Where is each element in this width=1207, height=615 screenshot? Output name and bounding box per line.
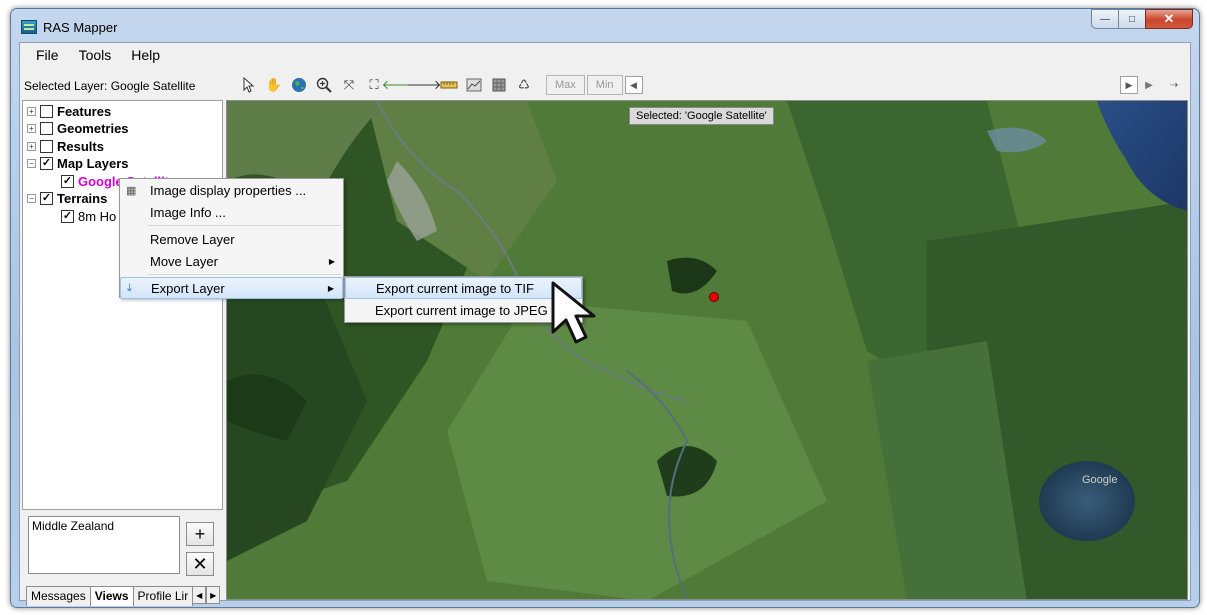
map-view[interactable]: Google Selected: 'Google Satellite' [226, 100, 1188, 600]
collapse-minus-icon[interactable]: − [27, 159, 36, 168]
close-button[interactable]: ✕ [1145, 9, 1193, 29]
submenu-arrow-icon: ▶ [327, 283, 334, 293]
properties-grid-icon: ▦ [126, 184, 137, 197]
menu-file[interactable]: File [26, 47, 69, 63]
zoom-extents-icon[interactable]: ⤧ [338, 74, 360, 96]
forward-arrow-icon[interactable]: 🡒 [407, 74, 442, 96]
layer-context-menu: ▦ Image display properties ... Image Inf… [119, 178, 344, 299]
mouse-cursor-icon [551, 281, 596, 344]
views-list[interactable]: Middle Zealand [28, 516, 180, 574]
tree-row-features[interactable]: + Features [27, 103, 111, 120]
tree-row-terrain-item[interactable]: ✓ 8m Ho [61, 208, 116, 225]
settings-arrow-icon[interactable]: ⇢ [1163, 74, 1185, 96]
play-icon[interactable]: ▶ [1138, 74, 1160, 96]
tree-label-features: Features [57, 104, 112, 119]
tree-label-geometries: Geometries [57, 121, 129, 136]
view-item[interactable]: Middle Zealand [32, 519, 176, 533]
satellite-imagery: Google [227, 101, 1187, 599]
maximize-button[interactable]: □ [1118, 9, 1146, 29]
menu-label: Export Layer [151, 280, 225, 296]
menu-export-tif[interactable]: Export current image to TIF [345, 277, 582, 299]
selected-layer-label: Selected Layer: Google Satellite [24, 79, 196, 93]
terrain-item-checkbox[interactable]: ✓ [61, 210, 74, 223]
tab-scroll-right-icon[interactable]: ▶ [206, 586, 221, 604]
pan-hand-icon[interactable]: ✋ [263, 74, 285, 96]
tab-scroll-left-icon[interactable]: ◀ [192, 586, 207, 604]
max-button[interactable]: Max [546, 75, 585, 95]
raster-grid-icon[interactable] [488, 74, 510, 96]
terrains-checkbox[interactable]: ✓ [40, 192, 53, 205]
geometries-checkbox[interactable] [40, 122, 53, 135]
location-marker[interactable] [709, 292, 719, 302]
selected-layer-tooltip: Selected: 'Google Satellite' [629, 107, 774, 125]
menu-separator [148, 274, 341, 275]
title-bar: RAS Mapper — □ ✕ [11, 9, 1199, 41]
collapse-minus-icon[interactable]: − [27, 194, 36, 203]
tree-row-results[interactable]: + Results [27, 138, 104, 155]
slider-right-arrow-icon[interactable]: ▶ [1120, 76, 1138, 94]
menu-move-layer[interactable]: Move Layer ▶ [120, 250, 343, 272]
menu-separator [148, 225, 341, 226]
tree-label-results: Results [57, 139, 104, 154]
zoom-in-icon[interactable] [313, 74, 335, 96]
min-button[interactable]: Min [586, 75, 623, 95]
profile-plot-icon[interactable] [463, 74, 485, 96]
add-view-button[interactable]: + [186, 522, 214, 546]
menu-export-layer[interactable]: ⤓ Export Layer ▶ [120, 277, 343, 299]
google-watermark: Google [1082, 474, 1117, 486]
menu-label: Image Info ... [150, 204, 226, 220]
tree-row-geometries[interactable]: + Geometries [27, 120, 129, 137]
menu-label: Remove Layer [150, 231, 235, 247]
results-checkbox[interactable] [40, 140, 53, 153]
globe-icon[interactable] [288, 74, 310, 96]
menu-help[interactable]: Help [121, 47, 170, 63]
menu-remove-layer[interactable]: Remove Layer [120, 228, 343, 250]
menu-label: Image display properties ... [150, 182, 307, 198]
animate-icon[interactable]: ♺ [513, 74, 535, 96]
menu-label: Move Layer [150, 253, 218, 269]
expand-plus-icon[interactable]: + [27, 107, 36, 116]
pointer-tool-icon[interactable] [238, 74, 260, 96]
tree-row-terrains[interactable]: − ✓ Terrains [27, 190, 107, 207]
tab-messages[interactable]: Messages [26, 586, 91, 606]
expand-plus-icon[interactable]: + [27, 124, 36, 133]
measure-ruler-icon[interactable] [438, 74, 460, 96]
minimize-button[interactable]: — [1091, 9, 1119, 29]
app-icon [21, 20, 37, 34]
menu-label: Export current image to TIF [376, 280, 534, 296]
tree-row-map-layers[interactable]: − ✓ Map Layers [27, 155, 129, 172]
menu-tools[interactable]: Tools [69, 47, 122, 63]
download-arrow-icon: ⤓ [127, 281, 132, 294]
tab-profile-lines[interactable]: Profile Lir [132, 586, 194, 606]
tree-label-terrains: Terrains [57, 191, 108, 206]
menu-export-jpeg[interactable]: Export current image to JPEG [345, 299, 582, 321]
tree-label-terrain-item: 8m Ho [78, 209, 117, 224]
window-title: RAS Mapper [43, 20, 118, 35]
expand-plus-icon[interactable]: + [27, 142, 36, 151]
caption-buttons: — □ ✕ [1091, 9, 1193, 29]
panel-tabs: Messages Views Profile Lir ◀ ▶ [26, 586, 221, 606]
toolbar: ✋ ⤧ ⛶ 🡐 🡒 ♺ Max Min ◀ ▶ ▶ ⇢ [238, 73, 1188, 97]
features-checkbox[interactable] [40, 105, 53, 118]
menu-label: Export current image to JPEG [375, 302, 548, 318]
tab-views[interactable]: Views [89, 586, 134, 606]
layer-tree-panel: + Features + Geometries + Results − ✓ Ma… [22, 100, 223, 510]
menu-image-display-properties[interactable]: ▦ Image display properties ... [120, 179, 343, 201]
submenu-arrow-icon: ▶ [328, 256, 335, 266]
views-panel: Middle Zealand + ✕ Messages Views Profil… [22, 514, 223, 606]
google-satellite-checkbox[interactable]: ✓ [61, 175, 74, 188]
slider-left-arrow-icon[interactable]: ◀ [624, 76, 643, 94]
tree-label-map-layers: Map Layers [57, 156, 129, 171]
remove-view-button[interactable]: ✕ [186, 552, 214, 576]
menu-image-info[interactable]: Image Info ... [120, 201, 343, 223]
menu-bar: File Tools Help [20, 43, 170, 67]
map-layers-checkbox[interactable]: ✓ [40, 157, 53, 170]
